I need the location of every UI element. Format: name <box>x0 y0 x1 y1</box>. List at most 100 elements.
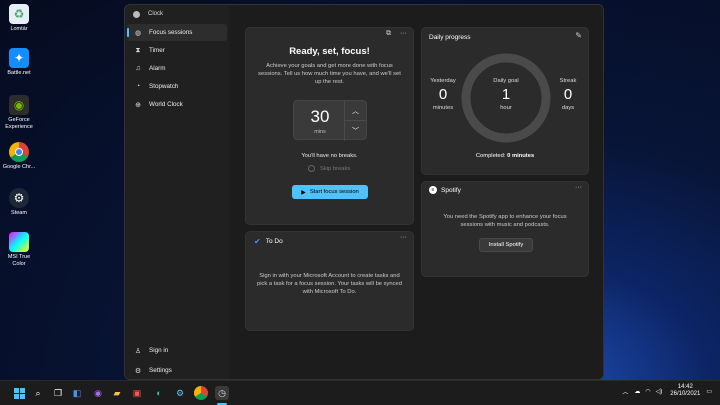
geforce-icon: ◉ <box>9 95 29 115</box>
spotify-text: You need the Spotify app to enhance your… <box>443 214 567 228</box>
sidebar-item-alarm[interactable]: ♫ Alarm <box>127 60 227 77</box>
file-explorer-icon[interactable]: ▰ <box>110 386 124 400</box>
chevron-up-icon: ︿ <box>352 107 359 115</box>
sidebar-item-label: Timer <box>149 47 165 54</box>
task-view-icon[interactable]: ❐ <box>51 386 65 400</box>
yesterday-value: 0 <box>438 86 448 103</box>
todo-card: ✔ To Do ··· Sign in with your Microsoft … <box>245 231 414 331</box>
compact-overlay-icon[interactable]: ⧉ <box>386 30 391 38</box>
sidebar-item-sign-in[interactable]: ♙ Sign in <box>127 342 227 359</box>
streak-unit: days <box>561 105 575 111</box>
widgets-icon[interactable]: ◧ <box>70 386 84 400</box>
skip-breaks-label: Skip breaks <box>320 165 351 172</box>
sidebar-item-world-clock[interactable]: ⊕ World Clock <box>127 96 227 113</box>
desktop-icon-steam[interactable]: ⚙ Steam <box>2 188 36 217</box>
sidebar-item-stopwatch[interactable]: ◔ Stopwatch <box>127 78 227 95</box>
focus-card: ⧉ ··· Ready, set, focus! Achieve your go… <box>245 27 414 225</box>
start-button-label: Start focus session <box>309 189 359 195</box>
taskbar-date: 26/10/2021 <box>670 391 701 397</box>
sidebar-item-timer[interactable]: ⧗ Timer <box>127 42 227 59</box>
app-icon[interactable]: ▣ <box>130 386 144 400</box>
chevron-up-icon[interactable]: ︿ <box>622 387 628 396</box>
increase-minutes-button[interactable]: ︿ <box>344 101 366 121</box>
chat-icon[interactable]: ◉ <box>91 386 105 400</box>
desktop-icon-geforce[interactable]: ◉ GeForce Experience <box>2 95 36 131</box>
msi-true-color-icon <box>9 232 29 252</box>
desktop-icon-battlenet[interactable]: ✦ Battle.net <box>2 48 36 77</box>
chevron-down-icon: ﹀ <box>352 128 359 135</box>
skip-breaks-checkbox[interactable]: Skip breaks <box>308 165 350 172</box>
stopwatch-icon: ◔ <box>135 83 141 90</box>
sidebar-item-label: World Clock <box>149 101 183 108</box>
desktop-icon-label: Lomtár <box>10 26 28 32</box>
system-tray[interactable]: ︿ ☁ ◠ ◁) 14:42 26/10/2021 ▭ <box>622 384 712 398</box>
volume-icon[interactable]: ◁) <box>656 388 663 395</box>
sidebar-item-focus-sessions[interactable]: ◍ Focus sessions <box>127 24 227 41</box>
minutes-picker[interactable]: 30 mins ︿ ﹀ <box>293 100 367 141</box>
clock-window: Clock — ☐ ✕ ◍ Focus sessions ⧗ Timer ♫ A… <box>124 4 604 380</box>
spotify-icon: ≡ <box>429 186 437 194</box>
clock-taskbar-icon[interactable]: ◷ <box>215 386 229 400</box>
recycle-bin-icon: ♻ <box>9 4 29 24</box>
search-icon[interactable]: ⌕ <box>31 386 45 400</box>
desktop-icon-label: MSI True Color <box>7 254 31 267</box>
streak-stat: Streak 0 days <box>550 78 586 111</box>
clock-area[interactable]: 14:42 26/10/2021 <box>670 384 700 398</box>
minutes-value: 30 <box>310 107 330 126</box>
chrome-taskbar-icon[interactable] <box>194 386 208 400</box>
streak-label: Streak <box>559 78 577 84</box>
notification-icon[interactable]: ▭ <box>706 388 712 395</box>
taskbar: ⌕ ❐ ◧ ◉ ▰ ▣ ◐ ⚙ ◷ ︿ ☁ ◠ ◁) 14:42 26/10/2… <box>0 380 720 405</box>
desktop-icon-label: Battle.net <box>7 70 31 76</box>
sidebar-item-label: Stopwatch <box>149 83 179 90</box>
no-breaks-text: You'll have no breaks. <box>301 153 358 159</box>
desktop-icon-recycle-bin[interactable]: ♻ Lomtár <box>2 4 36 33</box>
wifi-icon[interactable]: ◠ <box>645 388 650 395</box>
yesterday-unit: minutes <box>432 105 454 111</box>
todo-title: To Do <box>265 238 283 245</box>
goal-unit: hour <box>500 105 512 111</box>
steam-icon: ⚙ <box>9 188 29 208</box>
sidebar-item-label: Focus sessions <box>149 29 193 36</box>
person-icon: ♙ <box>134 347 142 355</box>
cloud-icon[interactable]: ☁ <box>634 388 640 395</box>
focus-description: Achieve your goals and get more done wit… <box>258 63 401 85</box>
daily-progress-card: Daily progress ✎ Yesterday 0 minutes Dai… <box>421 27 589 175</box>
start-button[interactable] <box>12 386 26 400</box>
hourglass-icon: ⧗ <box>135 46 141 54</box>
more-options-button[interactable]: ··· <box>400 30 407 37</box>
edit-pencil-icon[interactable]: ✎ <box>575 31 582 40</box>
start-focus-session-button[interactable]: ▶ Start focus session <box>292 185 368 199</box>
steam-taskbar-icon[interactable]: ⚙ <box>173 386 187 400</box>
sidebar-item-label: Settings <box>149 367 172 374</box>
sidebar-item-label: Sign in <box>149 347 169 354</box>
install-spotify-button[interactable]: Install Spotify <box>479 238 533 252</box>
focus-icon: ◍ <box>134 29 142 37</box>
streak-value: 0 <box>563 86 573 103</box>
decrease-minutes-button[interactable]: ﹀ <box>344 121 366 141</box>
completed-label: Completed: <box>475 153 506 159</box>
minutes-unit: mins <box>314 129 326 135</box>
desktop-icon-chrome[interactable]: Google Chr... <box>2 142 36 171</box>
gear-icon: ⚙ <box>134 367 142 375</box>
spotify-title: Spotify <box>441 186 461 194</box>
goal-label: Daily goal <box>493 78 519 84</box>
sidebar-item-settings[interactable]: ⚙ Settings <box>127 362 227 379</box>
daily-goal-stat: Daily goal 1 hour <box>482 78 530 111</box>
edge-icon[interactable]: ◐ <box>152 386 166 400</box>
battlenet-icon: ✦ <box>9 48 29 68</box>
desktop-icon-label: Google Chr... <box>2 164 36 170</box>
window-title: Clock <box>148 11 164 17</box>
globe-icon: ⊕ <box>135 101 141 109</box>
yesterday-label: Yesterday <box>430 78 456 84</box>
more-options-button[interactable]: ··· <box>575 184 582 191</box>
desktop-icon-msi[interactable]: MSI True Color <box>2 232 36 268</box>
todo-check-icon: ✔ <box>254 237 261 246</box>
sidebar-item-label: Alarm <box>149 65 166 72</box>
windows-logo-icon <box>13 387 25 399</box>
desktop-icon-label: GeForce Experience <box>5 117 33 130</box>
more-options-button[interactable]: ··· <box>400 234 407 241</box>
clock-app-icon <box>133 10 140 18</box>
play-icon: ▶ <box>301 189 306 196</box>
completed-text: Completed: 0 minutes <box>422 153 588 159</box>
